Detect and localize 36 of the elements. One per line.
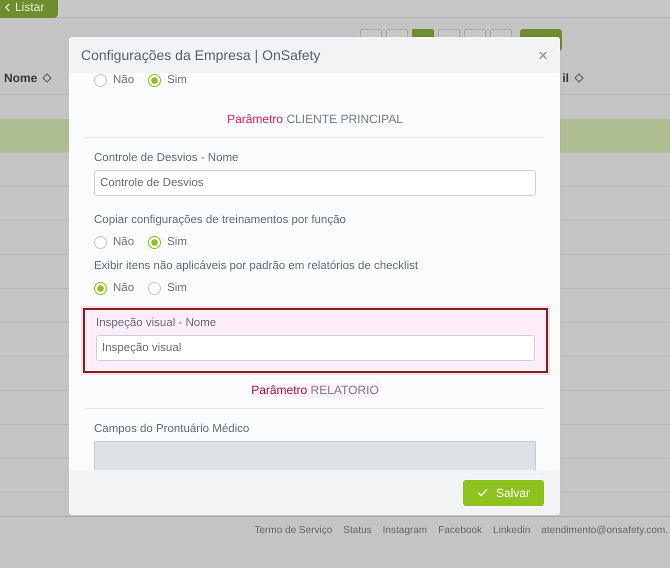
radio-button[interactable]: [94, 74, 107, 86]
section-heading: Parâmetro CLIENTE PRINCIPAL: [227, 112, 403, 126]
footer-link[interactable]: Status: [343, 525, 372, 568]
radio-button[interactable]: [94, 282, 107, 294]
field-label: Exibir itens não aplicáveis por padrão em relatórios de checklist: [94, 260, 420, 272]
radio-button[interactable]: [94, 236, 107, 248]
radio-option[interactable]: Sim: [148, 282, 187, 294]
footer-link[interactable]: Linkedin: [493, 525, 530, 568]
sort-icon: [42, 73, 52, 83]
list-button[interactable]: Listar: [0, 0, 58, 18]
field-label: Controle de Desvios - Nome: [94, 152, 240, 164]
radio-option[interactable]: Não: [94, 74, 134, 86]
footer-link[interactable]: Instagram: [382, 525, 428, 568]
radio-option[interactable]: Sim: [148, 236, 187, 248]
chevron-left-icon: [4, 2, 11, 12]
radio-button[interactable]: [148, 282, 162, 294]
footer-link[interactable]: Facebook: [438, 525, 482, 568]
radio-option[interactable]: Sim: [148, 74, 187, 86]
input-field[interactable]: Inspeção visual: [96, 335, 535, 361]
field-label: Campos do Prontuário Médico: [94, 423, 250, 435]
radio-button[interactable]: [148, 236, 162, 248]
sort-icon: [574, 73, 584, 83]
section-heading: Parâmetro RELATORIO: [251, 383, 379, 397]
field-label: Copiar configurações de treinamentos por função: [94, 214, 347, 226]
close-button[interactable]: ×: [538, 46, 548, 64]
column-header[interactable]: il: [562, 71, 584, 85]
radio-option[interactable]: Não: [94, 282, 134, 294]
radio-button[interactable]: [148, 74, 162, 86]
footer-link[interactable]: atendimento@onsafety.com.: [541, 525, 668, 568]
field-label: Inspeção visual - Nome: [96, 317, 218, 329]
dialog-title: Configurações da Empresa | OnSafety: [81, 47, 320, 63]
input-field[interactable]: Controle de Desvios: [94, 170, 536, 196]
check-icon: [476, 488, 488, 497]
radio-option[interactable]: Não: [94, 236, 134, 248]
footer-link[interactable]: Termo de Serviço: [254, 525, 332, 568]
column-header[interactable]: Nome: [4, 71, 52, 85]
